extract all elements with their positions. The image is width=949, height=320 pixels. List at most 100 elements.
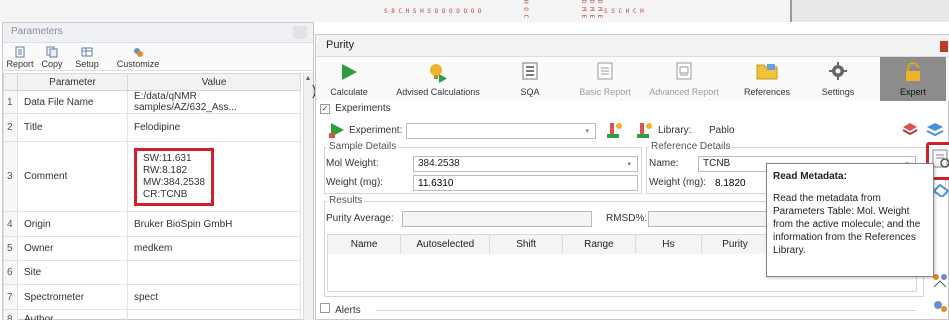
advanced-report-button[interactable]: Advanced Report [644,57,724,101]
row-number: 5 [3,236,18,261]
parameter-name: Author [17,309,128,320]
sample-weight-input[interactable] [413,175,638,191]
parameter-value: E:/data/qNMR samples/AZ/632_Ass... [127,90,301,114]
shift-column-header[interactable]: Shift [489,235,564,254]
purity-title-bar: Purity [316,35,949,57]
reference-weight-input[interactable] [711,175,771,191]
library-value[interactable]: Pablo [709,125,735,136]
settings-label: Settings [821,87,855,97]
comment-line: MW:384.2538 [143,176,206,188]
table-row[interactable]: 6 Site [3,260,301,285]
panel-float-button[interactable] [293,26,307,39]
parameter-name: Comment [17,141,128,212]
eraser-icon[interactable] [932,181,949,199]
alerts-toggle[interactable]: Alerts [320,303,361,316]
rmsd-label: RMSD%: [606,213,648,224]
settings-button[interactable]: Settings [808,57,868,101]
scroll-up-arrow-icon[interactable]: ▲ [304,75,312,85]
name-column-header[interactable]: Name [328,235,402,254]
table-row[interactable]: 3 Comment SW:11.631 RW:8.182 MW:384.2538… [3,141,301,212]
references-button[interactable]: References [736,57,798,101]
parameter-name: Site [17,260,128,285]
comment-line: CR:TCNB [143,188,188,200]
experiment-label: Experiment: [349,125,403,136]
purity-toolbar: Calculate Advised Calculations SQA Basic… [316,57,949,101]
molecule-icon[interactable] [930,297,949,317]
rmsd-field [648,211,768,227]
customize-icon [134,48,143,57]
parameter-name: Origin [17,211,128,237]
experiments-label: Experiments [335,103,391,114]
parameter-value: Felodipine [127,113,301,142]
spectrum-peak-labels: S 8 C H S H S O O O O O O O [384,8,482,15]
comment-value: SW:11.631 RW:8.182 MW:384.2538 CR:TCNB [127,141,301,212]
alerts-label: Alerts [335,305,361,316]
experiments-checkbox[interactable]: ✓ [320,104,330,114]
spectrum-peak-label: D M E [588,0,595,19]
purity-dialog: Purity Calculate Advised Calculations SQ… [315,34,949,320]
setup-icon [81,47,93,57]
experiments-toggle[interactable]: ✓ Experiments [320,102,391,114]
copy-button[interactable]: Copy [37,43,67,71]
purity-title: Purity [326,39,355,51]
library-book-icon[interactable] [901,121,919,139]
range-column-header[interactable]: Range [562,235,636,254]
table-row[interactable]: 7 Spectrometer spect [3,284,301,310]
table-row[interactable]: 8 Author [3,309,301,320]
parameter-value [127,260,301,285]
basic-report-label: Basic Report [579,87,631,97]
tooltip-title: Read Metadata: [773,171,847,182]
table-row[interactable]: 1 Data File Name E:/data/qNMR samples/AZ… [3,90,301,114]
row-number: 4 [3,211,18,237]
parameters-panel: Parameters Report Copy Setup Customize P… [2,22,314,320]
table-row[interactable]: 2 Title Felodipine [3,113,301,142]
spectrum-peak-label: D M E [596,0,603,19]
setup-button[interactable]: Setup [71,43,103,71]
sqa-button[interactable]: SQA [502,57,558,101]
hs-column-header[interactable]: Hs [635,235,703,254]
alerts-divider [376,310,916,311]
expert-label: Expert [899,87,926,97]
row-number: 2 [3,113,18,142]
spectrum-peak-labels: S S C H C H [604,8,644,15]
report-page-icon [676,62,692,80]
value-column-header[interactable]: Value [127,73,301,91]
expert-button[interactable]: Expert [880,57,946,101]
comment-line: SW:11.631 [143,152,192,164]
spectrum-peak-label: D M E [580,0,587,19]
setup-label: Setup [75,59,99,69]
sample-details-label: Sample Details [327,141,399,152]
basic-report-button[interactable]: Basic Report [574,57,636,101]
layers-icon[interactable] [926,121,944,139]
purity-column-header[interactable]: Purity [702,235,768,254]
parameters-title-bar: Parameters [3,23,313,43]
parameters-scrollbar[interactable] [303,73,313,320]
spectrum-peak-label: H O C [522,0,529,19]
reference-name-label: Name: [649,158,679,169]
advised-calculations-button[interactable]: Advised Calculations [388,57,488,101]
experiment-select[interactable]: ▾ [406,123,596,139]
alerts-checkbox[interactable] [320,303,330,313]
sqa-icon [522,62,538,80]
customize-button[interactable]: Customize [115,43,161,71]
autoselected-column-header[interactable]: Autoselected [400,235,491,254]
table-row[interactable]: 4 Origin Bruker BioSpin GmbH [3,211,301,237]
experiment-play-icon [328,121,346,139]
parameter-name: Title [17,113,128,142]
mol-weight-select[interactable]: 384.2538 ▾ [413,156,638,172]
copy-label: Copy [41,59,63,69]
row-number: 3 [3,141,18,212]
table-row[interactable]: 5 Owner medkem [3,236,301,261]
report-icon [15,46,25,58]
parameter-column-header[interactable]: Parameter [17,73,128,91]
close-button[interactable] [940,41,948,52]
report-button[interactable]: Report [5,43,35,71]
weight-label: Weight (mg): [326,177,384,188]
parameter-name: Spectrometer [17,284,128,310]
report-page-icon [597,62,613,80]
customize-label: Customize [116,59,160,69]
purity-average-field [402,211,592,227]
add-experiment-icon[interactable] [606,121,624,139]
mol-weight-value: 384.2538 [418,158,460,169]
calculate-button[interactable]: Calculate [322,57,376,101]
